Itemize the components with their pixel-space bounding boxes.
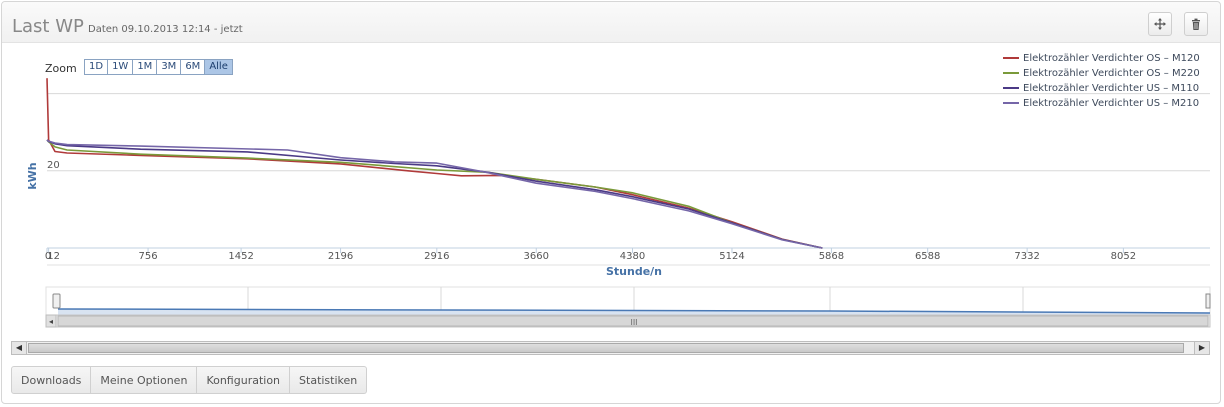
navigator-handle-left[interactable]: [52, 293, 61, 309]
x-tick-label: 5124: [719, 251, 744, 262]
horizontal-scrollbar[interactable]: ◀ ▶: [11, 341, 1210, 355]
bottom-tabs: Downloads Meine Optionen Konfiguration Stat…: [11, 366, 368, 394]
legend-label: Elektrozähler Verdichter US – M110: [1023, 83, 1200, 94]
x-tick-label: 3660: [524, 251, 549, 262]
tab-meine-optionen[interactable]: Meine Optionen: [91, 366, 198, 394]
x-tick-label: 12: [47, 251, 60, 262]
y-axis-label: kWh: [26, 162, 39, 189]
scrollbar-thumb[interactable]: [28, 343, 1184, 353]
legend-label: Elektrozähler Verdichter US – M210: [1023, 98, 1200, 109]
x-tick-label: 2196: [328, 251, 353, 262]
legend-swatch: [1003, 72, 1019, 74]
legend-item[interactable]: Elektrozähler Verdichter OS – M220: [1003, 66, 1209, 81]
legend-label: Elektrozähler Verdichter OS – M120: [1023, 53, 1200, 64]
legend-item[interactable]: Elektrozähler Verdichter US – M110: [1003, 81, 1209, 96]
legend-label: Elektrozähler Verdichter OS – M220: [1023, 68, 1200, 79]
scroll-left-arrow-icon[interactable]: ◀: [12, 342, 27, 354]
x-axis-label: Stunde/n: [606, 265, 662, 278]
legend-item[interactable]: Elektrozähler Verdichter OS – M120: [1003, 51, 1209, 66]
x-tick-label: 2916: [424, 251, 449, 262]
x-tick-label: 1452: [228, 251, 253, 262]
legend-swatch: [1003, 102, 1019, 104]
legend-swatch: [1003, 57, 1019, 59]
tab-downloads[interactable]: Downloads: [11, 366, 92, 394]
x-tick-label: 6588: [915, 251, 940, 262]
x-tick-label: 5868: [819, 251, 844, 262]
range-navigator[interactable]: ◂ III: [45, 286, 1211, 328]
x-tick-label: 8052: [1111, 251, 1136, 262]
chart-legend: Elektrozähler Verdichter OS – M120 Elektr…: [1003, 51, 1209, 111]
x-tick-label: 756: [139, 251, 158, 262]
legend-item[interactable]: Elektrozähler Verdichter US – M210: [1003, 96, 1209, 111]
y-tick-label: 20: [47, 160, 60, 171]
legend-swatch: [1003, 87, 1019, 89]
x-tick-label: 4380: [620, 251, 645, 262]
tab-konfiguration[interactable]: Konfiguration: [197, 366, 291, 394]
tab-statistiken[interactable]: Statistiken: [290, 366, 368, 394]
scroll-right-arrow-icon[interactable]: ▶: [1194, 342, 1209, 354]
x-tick-label: 7332: [1014, 251, 1039, 262]
svg-text:◂: ◂: [49, 317, 53, 326]
navigator-grip: III: [630, 318, 637, 327]
navigator-handle-right[interactable]: [1205, 293, 1211, 309]
